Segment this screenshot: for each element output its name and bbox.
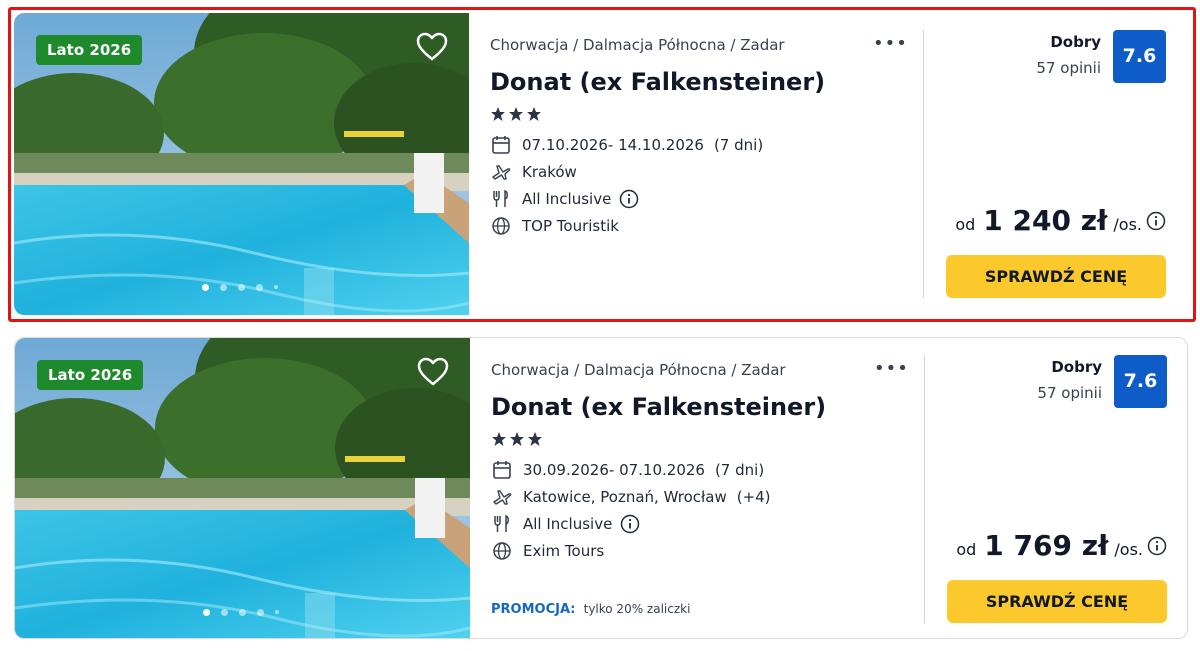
heart-outline-icon[interactable] bbox=[417, 357, 449, 387]
departure-row: Katowice, Poznań, Wrocław (+4) bbox=[491, 487, 771, 507]
star-icon bbox=[528, 432, 542, 446]
tour-operator[interactable]: TOP Touristik bbox=[522, 217, 619, 235]
operator-row: Exim Tours bbox=[491, 541, 604, 561]
board-row: All Inclusive bbox=[490, 189, 639, 209]
photo-dot[interactable] bbox=[239, 609, 246, 616]
offer-info: Chorwacja / Dalmacja Północna / Zadar ••… bbox=[490, 13, 910, 315]
photo-dot[interactable] bbox=[203, 609, 210, 616]
travel-dates: 30.09.2026- 07.10.2026 bbox=[523, 461, 705, 479]
price-line: od 1 769 zł /os. bbox=[956, 529, 1167, 562]
more-dots-icon[interactable]: ••• bbox=[873, 33, 908, 54]
hotel-stars bbox=[491, 431, 543, 447]
more-dots-icon[interactable]: ••• bbox=[874, 358, 909, 379]
board-row: All Inclusive bbox=[491, 514, 640, 534]
globe-icon bbox=[492, 217, 510, 235]
check-price-button[interactable]: SPRAWDŹ CENĘ bbox=[947, 580, 1167, 623]
dates-row: 07.10.2026- 14.10.2026 (7 dni) bbox=[490, 135, 763, 155]
hotel-name[interactable]: Donat (ex Falkensteiner) bbox=[491, 393, 826, 421]
globe-icon bbox=[493, 542, 511, 560]
departure-row: Kraków bbox=[490, 162, 577, 182]
location-breadcrumb[interactable]: Chorwacja / Dalmacja Północna / Zadar bbox=[491, 361, 786, 379]
hotel-photo[interactable]: Lato 2026 bbox=[15, 338, 470, 638]
departure-city: Kraków bbox=[522, 163, 577, 181]
price-value: 1 769 zł bbox=[984, 529, 1109, 562]
photo-dot[interactable] bbox=[220, 284, 227, 291]
review-count[interactable]: 57 opinii bbox=[1037, 384, 1102, 402]
star-icon bbox=[492, 432, 506, 446]
promo-note: PROMOCJA: tylko 20% zaliczki bbox=[491, 602, 690, 617]
price-prefix: od bbox=[955, 215, 976, 234]
board-type: All Inclusive bbox=[522, 190, 612, 208]
info-circle-icon[interactable] bbox=[619, 189, 639, 209]
offer-info: Chorwacja / Dalmacja Północna / Zadar ••… bbox=[491, 338, 911, 638]
photo-dot[interactable] bbox=[256, 284, 263, 291]
rating-label: Dobry bbox=[1050, 33, 1101, 51]
rating-score: 7.6 bbox=[1114, 355, 1167, 408]
photo-dot[interactable] bbox=[202, 284, 209, 291]
cutlery-icon bbox=[494, 514, 509, 532]
info-circle-icon[interactable] bbox=[1146, 211, 1166, 231]
season-badge: Lato 2026 bbox=[36, 35, 143, 65]
calendar-icon bbox=[492, 136, 510, 154]
offer-card[interactable]: Lato 2026 Chorwacja / Dalmacja Północna … bbox=[14, 337, 1188, 639]
photo-dot[interactable] bbox=[275, 610, 279, 614]
promo-label: PROMOCJA: bbox=[491, 602, 576, 617]
price-line: od 1 240 zł /os. bbox=[955, 204, 1166, 237]
tour-operator[interactable]: Exim Tours bbox=[523, 542, 604, 560]
board-type: All Inclusive bbox=[523, 515, 613, 533]
season-badge: Lato 2026 bbox=[37, 360, 144, 390]
hotel-photo[interactable]: Lato 2026 bbox=[14, 13, 469, 315]
hotel-name[interactable]: Donat (ex Falkensteiner) bbox=[490, 68, 825, 96]
cutlery-icon bbox=[493, 189, 508, 207]
heart-outline-icon[interactable] bbox=[416, 32, 448, 62]
photo-pagination[interactable] bbox=[202, 284, 278, 291]
travel-dates: 07.10.2026- 14.10.2026 bbox=[522, 136, 704, 154]
info-circle-icon[interactable] bbox=[620, 514, 640, 534]
rating-label: Dobry bbox=[1051, 358, 1102, 376]
star-icon bbox=[491, 107, 505, 121]
star-icon bbox=[527, 107, 541, 121]
star-icon bbox=[509, 107, 523, 121]
photo-dot[interactable] bbox=[238, 284, 245, 291]
travel-duration: (7 dni) bbox=[714, 461, 765, 479]
photo-dot[interactable] bbox=[221, 609, 228, 616]
photo-dot[interactable] bbox=[257, 609, 264, 616]
check-price-button[interactable]: SPRAWDŹ CENĘ bbox=[946, 255, 1166, 298]
dates-row: 30.09.2026- 07.10.2026 (7 dni) bbox=[491, 460, 764, 480]
price-value: 1 240 zł bbox=[983, 204, 1108, 237]
price-prefix: od bbox=[956, 540, 977, 559]
rating-score: 7.6 bbox=[1113, 30, 1166, 83]
review-count[interactable]: 57 opinii bbox=[1036, 59, 1101, 77]
price-panel: Dobry 57 opinii 7.6 od 1 769 zł /os. SPR… bbox=[925, 338, 1187, 638]
photo-pagination[interactable] bbox=[203, 609, 279, 616]
info-circle-icon[interactable] bbox=[1147, 536, 1167, 556]
more-departures[interactable]: (+4) bbox=[737, 488, 771, 506]
location-breadcrumb[interactable]: Chorwacja / Dalmacja Północna / Zadar bbox=[490, 36, 785, 54]
price-unit: /os. bbox=[1113, 215, 1142, 234]
airplane-icon bbox=[492, 165, 511, 180]
hotel-stars bbox=[490, 106, 542, 122]
travel-duration: (7 dni) bbox=[713, 136, 764, 154]
promo-text: tylko 20% zaliczki bbox=[583, 602, 691, 616]
photo-dot[interactable] bbox=[274, 285, 278, 289]
calendar-icon bbox=[493, 461, 511, 479]
operator-row: TOP Touristik bbox=[490, 216, 619, 236]
star-icon bbox=[510, 432, 524, 446]
airplane-icon bbox=[493, 490, 512, 505]
departure-city: Katowice, Poznań, Wrocław bbox=[523, 488, 727, 506]
price-panel: Dobry 57 opinii 7.6 od 1 240 zł /os. SPR… bbox=[924, 13, 1188, 315]
offer-card[interactable]: Lato 2026 Chorwacja / Dalmacja Północna … bbox=[14, 13, 1188, 315]
price-unit: /os. bbox=[1114, 540, 1143, 559]
